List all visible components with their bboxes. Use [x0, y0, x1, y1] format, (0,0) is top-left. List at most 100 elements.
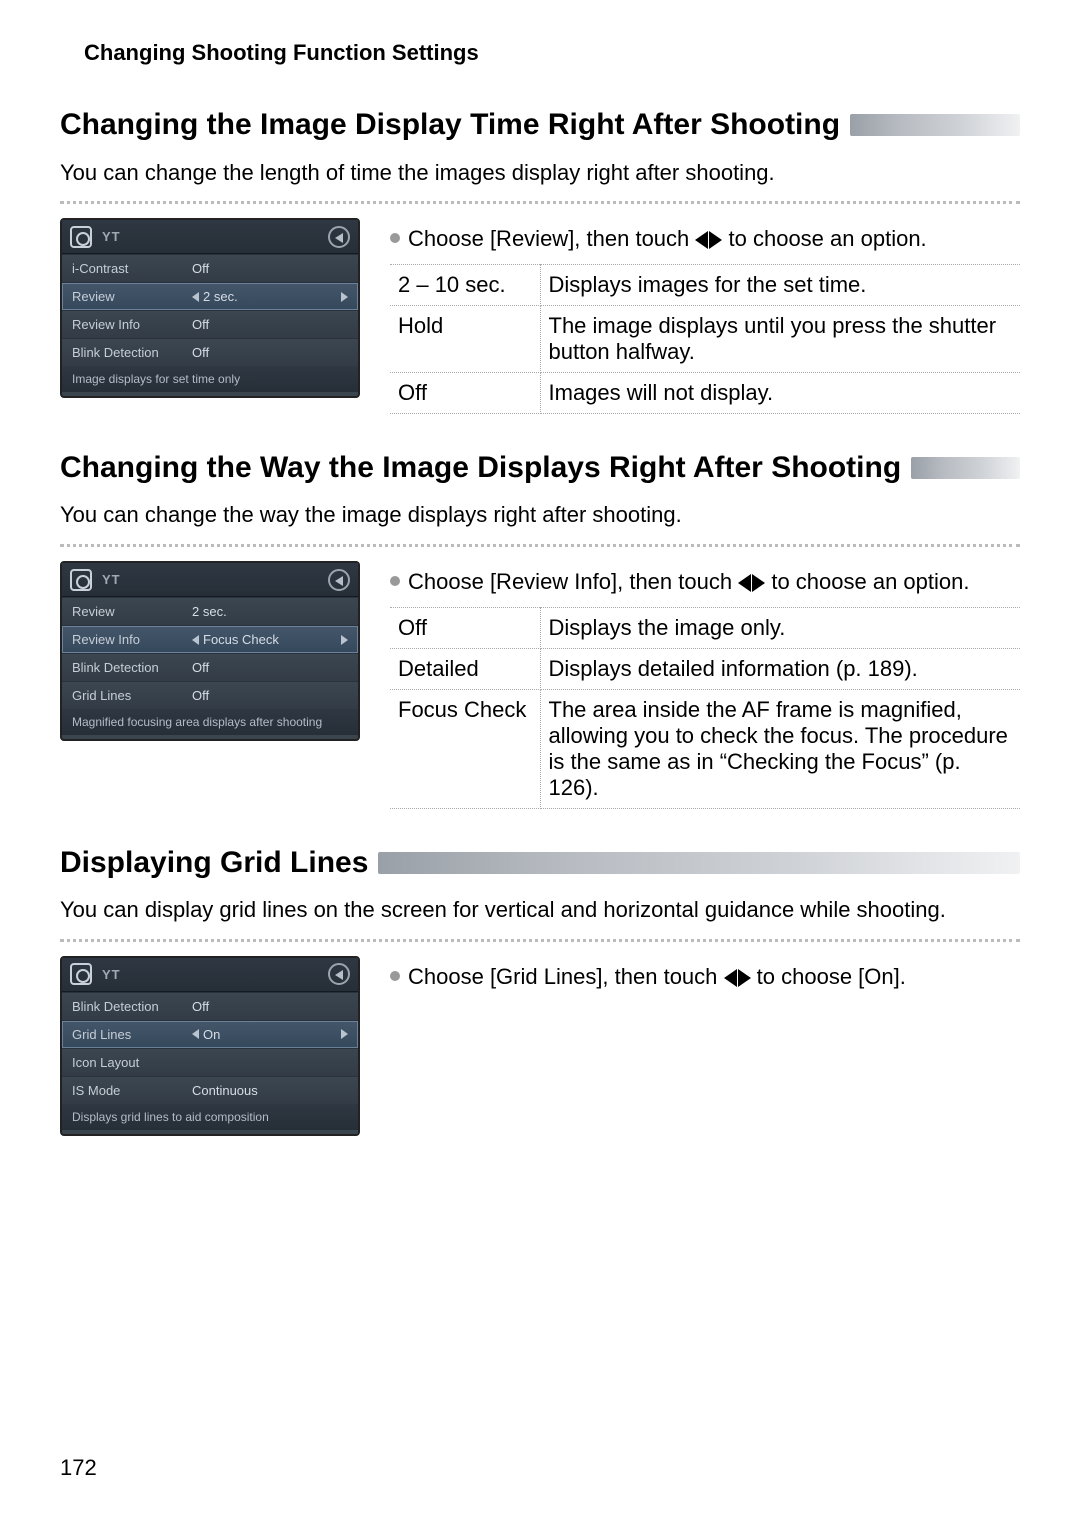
option-val: Displays images for the set time.	[540, 264, 1020, 305]
menu-tab-label: YT	[102, 572, 121, 587]
option-val: The area inside the AF frame is magnifie…	[540, 689, 1020, 808]
camera-menu-top: YT	[62, 220, 358, 254]
camera-menu-top: YT	[62, 563, 358, 597]
camera-icon	[70, 963, 92, 985]
menu-tab-label: YT	[102, 229, 121, 244]
row-value: Continuous	[192, 1083, 348, 1098]
cam2-hint: Magnified focusing area displays after s…	[62, 709, 358, 735]
option-val: Displays the image only.	[540, 607, 1020, 648]
heading-bar	[378, 852, 1020, 874]
camera-icon	[70, 226, 92, 248]
section3-heading: Displaying Grid Lines	[60, 844, 1020, 882]
section2-instruction: Choose [Review Info], then touch to choo…	[390, 567, 1020, 597]
menu-tab-label: YT	[102, 967, 121, 982]
instruction-after: to choose an option.	[771, 569, 969, 594]
cam2-row1: Review Info Focus Check	[62, 625, 358, 653]
row-value: Focus Check	[192, 632, 348, 647]
cam1-row2: Review Info Off	[62, 310, 358, 338]
page-number: 172	[60, 1455, 97, 1481]
row-value: 2 sec.	[192, 289, 348, 304]
page-header: Changing Shooting Function Settings	[84, 40, 1020, 66]
section3-row: YT Blink Detection Off Grid Lines On	[60, 956, 1020, 1136]
cam1-hint: Image displays for set time only	[62, 366, 358, 392]
cam2-row2: Blink Detection Off	[62, 653, 358, 681]
heading-bar	[850, 114, 1020, 136]
camera-menu-top: YT	[62, 958, 358, 992]
row-value: Off	[192, 999, 348, 1014]
section2-screenshot: YT Review 2 sec. Review Info Focus Check	[60, 561, 360, 741]
heading-bar	[911, 457, 1020, 479]
cam2-row3: Grid Lines Off	[62, 681, 358, 709]
cam1-row0: i-Contrast Off	[62, 254, 358, 282]
camera-menu-3: YT Blink Detection Off Grid Lines On	[60, 956, 360, 1136]
table-row: Focus Check The area inside the AF frame…	[390, 689, 1020, 808]
row-value: Off	[192, 345, 348, 360]
row-label: Blink Detection	[72, 999, 192, 1014]
row-label: Grid Lines	[72, 688, 192, 703]
section2-heading: Changing the Way the Image Displays Righ…	[60, 449, 1020, 487]
section2-content: Choose [Review Info], then touch to choo…	[390, 561, 1020, 809]
option-val: The image displays until you press the s…	[540, 305, 1020, 372]
option-key: Detailed	[390, 648, 540, 689]
cam2-row0: Review 2 sec.	[62, 597, 358, 625]
camera-menu-2: YT Review 2 sec. Review Info Focus Check	[60, 561, 360, 741]
left-right-icon	[738, 574, 765, 592]
cam3-hint: Displays grid lines to aid composition	[62, 1104, 358, 1130]
section1-content: Choose [Review], then touch to choose an…	[390, 218, 1020, 414]
left-arrow-icon	[192, 292, 199, 302]
row-value: Off	[192, 261, 348, 276]
camera-menu-1: YT i-Contrast Off Review 2 sec. Rev	[60, 218, 360, 398]
section2-row: YT Review 2 sec. Review Info Focus Check	[60, 561, 1020, 809]
section2-heading-text: Changing the Way the Image Displays Righ…	[60, 449, 901, 487]
row-value: Off	[192, 317, 348, 332]
row-label: Review Info	[72, 317, 192, 332]
bullet-icon	[390, 233, 400, 243]
back-icon	[328, 226, 350, 248]
option-key: Off	[390, 607, 540, 648]
row-label: Icon Layout	[72, 1055, 192, 1070]
table-row: Detailed Displays detailed information (…	[390, 648, 1020, 689]
section3-content: Choose [Grid Lines], then touch to choos…	[390, 956, 1020, 1002]
left-arrow-icon	[192, 635, 199, 645]
left-right-icon	[695, 231, 722, 249]
row-label: Review Info	[72, 632, 192, 647]
row-label: IS Mode	[72, 1083, 192, 1098]
bullet-icon	[390, 971, 400, 981]
section1-row: YT i-Contrast Off Review 2 sec. Rev	[60, 218, 1020, 414]
row-value: On	[192, 1027, 348, 1042]
section1-options-table: 2 – 10 sec. Displays images for the set …	[390, 264, 1020, 414]
section1-intro: You can change the length of time the im…	[60, 158, 1020, 205]
section3-heading-text: Displaying Grid Lines	[60, 844, 368, 882]
instruction-after: to choose [On].	[757, 964, 906, 989]
row-label: Review	[72, 604, 192, 619]
section1-screenshot: YT i-Contrast Off Review 2 sec. Rev	[60, 218, 360, 398]
left-right-icon	[724, 969, 751, 987]
section1-heading: Changing the Image Display Time Right Af…	[60, 106, 1020, 144]
option-key: 2 – 10 sec.	[390, 264, 540, 305]
back-icon	[328, 569, 350, 591]
table-row: 2 – 10 sec. Displays images for the set …	[390, 264, 1020, 305]
row-label: i-Contrast	[72, 261, 192, 276]
back-icon	[328, 963, 350, 985]
cam3-row3: IS Mode Continuous	[62, 1076, 358, 1104]
instruction-before: Choose [Grid Lines], then touch	[408, 964, 724, 989]
left-arrow-icon	[192, 1029, 199, 1039]
row-label: Grid Lines	[72, 1027, 192, 1042]
section3-instruction: Choose [Grid Lines], then touch to choos…	[390, 962, 1020, 992]
camera-icon	[70, 569, 92, 591]
row-value: Off	[192, 660, 348, 675]
row-value: Off	[192, 688, 348, 703]
cam3-row0: Blink Detection Off	[62, 992, 358, 1020]
table-row: Off Displays the image only.	[390, 607, 1020, 648]
instruction-before: Choose [Review], then touch	[408, 226, 695, 251]
row-label: Blink Detection	[72, 660, 192, 675]
cam1-row1: Review 2 sec.	[62, 282, 358, 310]
section1-instruction: Choose [Review], then touch to choose an…	[390, 224, 1020, 254]
right-arrow-icon	[341, 1029, 348, 1039]
cam1-row3: Blink Detection Off	[62, 338, 358, 366]
cam3-row1: Grid Lines On	[62, 1020, 358, 1048]
table-row: Hold The image displays until you press …	[390, 305, 1020, 372]
right-arrow-icon	[341, 292, 348, 302]
option-val: Images will not display.	[540, 372, 1020, 413]
manual-page: Changing Shooting Function Settings Chan…	[0, 0, 1080, 1521]
